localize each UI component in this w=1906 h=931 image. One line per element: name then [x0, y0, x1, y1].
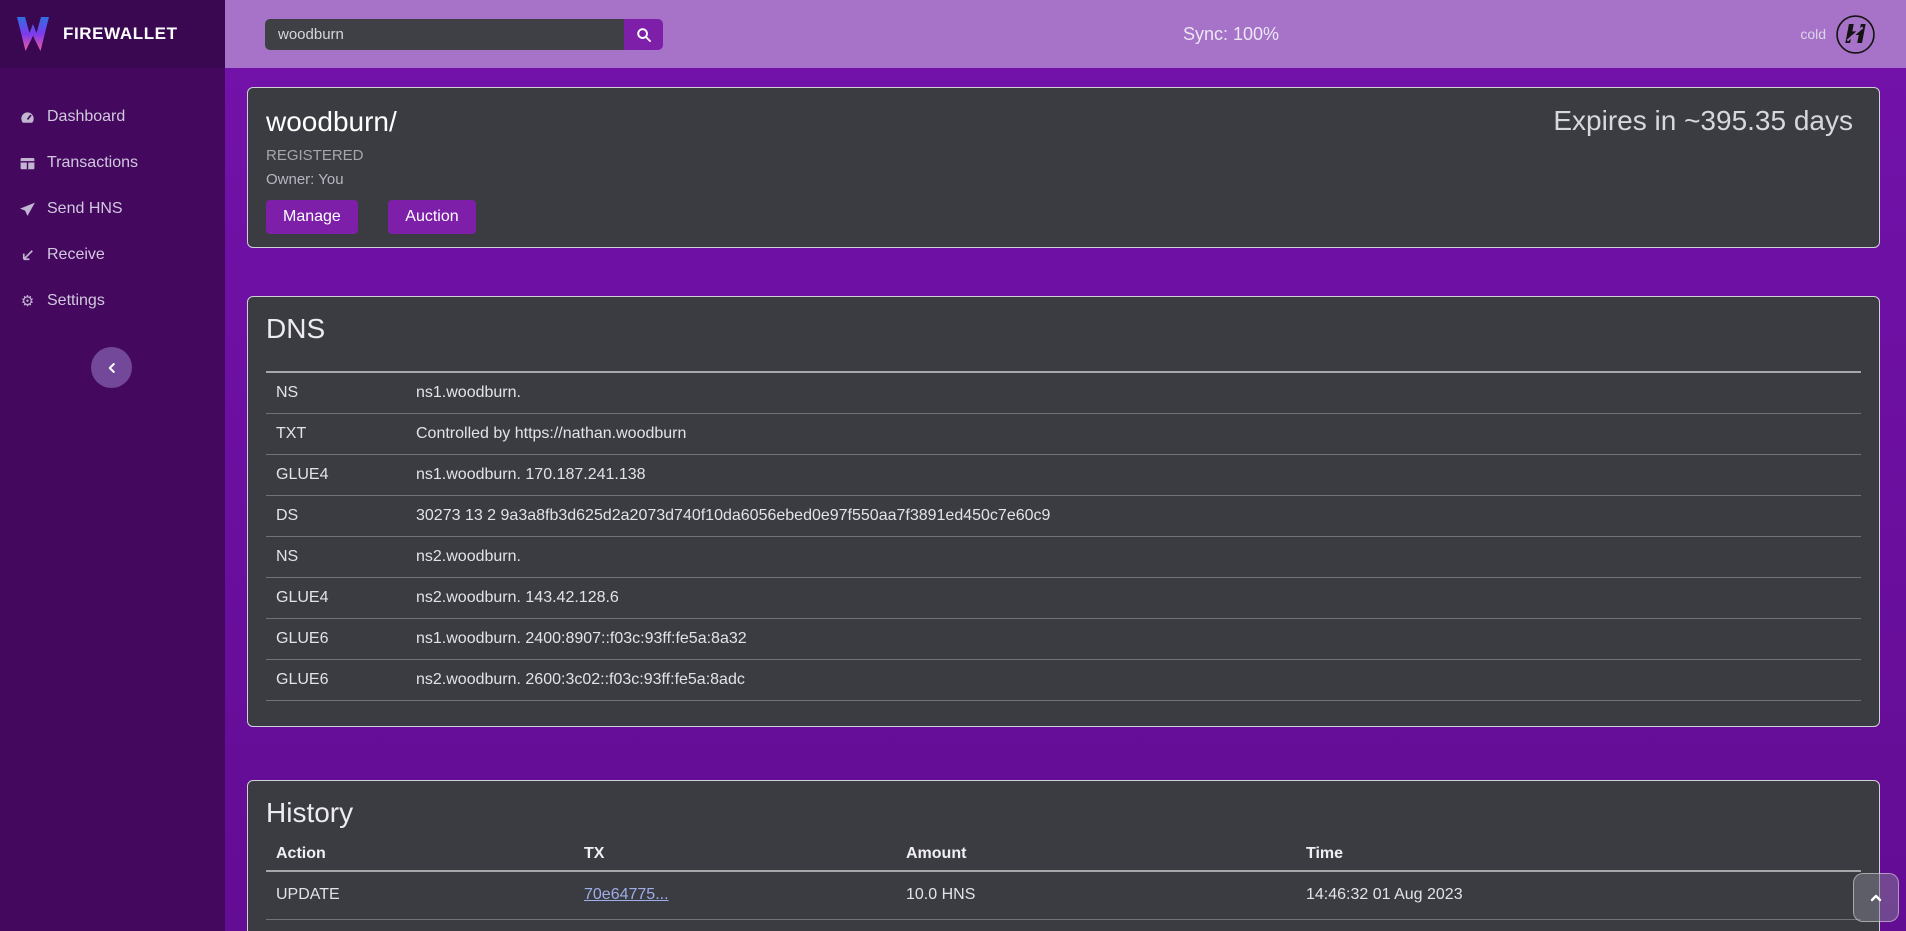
sidebar-item-label: Dashboard [47, 108, 125, 126]
history-header-row: Action TX Amount Time [266, 837, 1861, 871]
dns-record-value: ns1.woodburn. 2400:8907::f03c:93ff:fe5a:… [406, 618, 1861, 659]
gear-icon: ⚙ [19, 293, 36, 310]
domain-search-input[interactable] [265, 19, 624, 50]
domain-actions: Manage Auction [266, 200, 1855, 234]
sidebar-item-send-hns[interactable]: Send HNS [0, 186, 225, 232]
sidebar-item-label: Send HNS [47, 200, 123, 218]
dns-card: DNS NSns1.woodburn. TXTControlled by htt… [247, 296, 1880, 727]
dns-row: NSns1.woodburn. [266, 372, 1861, 413]
sync-status: Sync: 100% [1183, 0, 1279, 68]
sidebar-item-label: Receive [47, 246, 105, 264]
app-root: FIREWALLET Dashboard Transactions Send H… [0, 0, 1906, 931]
history-card: History Action TX Amount Time UPDATE 70e… [247, 780, 1880, 931]
firewallet-logo-icon [16, 15, 50, 53]
history-action: RENEW [266, 919, 574, 931]
history-time: 15:45:06 07 Jul 2023 [1296, 919, 1861, 931]
domain-owner: Owner: You [266, 171, 1855, 188]
history-row: UPDATE 70e64775... 10.0 HNS 14:46:32 01 … [266, 871, 1861, 919]
dns-record-value: ns2.woodburn. [406, 536, 1861, 577]
history-amount: 10.0 HNS [896, 871, 1296, 919]
history-time: 14:46:32 01 Aug 2023 [1296, 871, 1861, 919]
dns-row: NSns2.woodburn. [266, 536, 1861, 577]
history-header-time: Time [1296, 837, 1861, 871]
history-header-tx: TX [574, 837, 896, 871]
brand-name: FIREWALLET [63, 24, 178, 44]
chevron-up-icon [1868, 890, 1884, 906]
dns-row: GLUE4ns1.woodburn. 170.187.241.138 [266, 454, 1861, 495]
sidebar-nav: Dashboard Transactions Send HNS Receive [0, 68, 225, 324]
tx-link[interactable]: 70e64775... [584, 886, 669, 903]
dns-record-type: TXT [266, 413, 406, 454]
wallet-name: cold [1800, 26, 1826, 42]
brand-header: FIREWALLET [0, 0, 225, 68]
sidebar-item-receive[interactable]: Receive [0, 232, 225, 278]
topbar: Sync: 100% cold H [225, 0, 1906, 68]
arrow-down-left-icon [19, 247, 36, 264]
history-header-amount: Amount [896, 837, 1296, 871]
dns-record-value: ns2.woodburn. 143.42.128.6 [406, 577, 1861, 618]
svg-text:H: H [1845, 20, 1866, 50]
dns-table: NSns1.woodburn. TXTControlled by https:/… [266, 371, 1861, 701]
history-amount: 10.0 HNS [896, 919, 1296, 931]
history-row: RENEW 473c5c6... 10.0 HNS 15:45:06 07 Ju… [266, 919, 1861, 931]
dns-record-type: NS [266, 536, 406, 577]
sidebar: FIREWALLET Dashboard Transactions Send H… [0, 0, 225, 931]
scroll-top-button[interactable] [1853, 873, 1899, 922]
dns-record-value: Controlled by https://nathan.woodburn [406, 413, 1861, 454]
dns-row: TXTControlled by https://nathan.woodburn [266, 413, 1861, 454]
dns-row: GLUE4ns2.woodburn. 143.42.128.6 [266, 577, 1861, 618]
dns-record-value: ns2.woodburn. 2600:3c02::f03c:93ff:fe5a:… [406, 659, 1861, 700]
search-button[interactable] [624, 19, 663, 50]
dashboard-icon [19, 109, 36, 126]
dns-record-type: DS [266, 495, 406, 536]
hns-logo-icon: H [1835, 14, 1876, 55]
chevron-left-icon [105, 361, 119, 375]
auction-button[interactable]: Auction [388, 200, 475, 234]
dns-record-value: ns1.woodburn. [406, 372, 1861, 413]
paper-plane-icon [19, 201, 36, 218]
sidebar-item-label: Settings [47, 292, 105, 310]
sidebar-collapse-button[interactable] [91, 347, 132, 388]
domain-status: REGISTERED [266, 147, 1855, 164]
history-table: Action TX Amount Time UPDATE 70e64775...… [266, 837, 1861, 931]
dns-record-type: GLUE4 [266, 577, 406, 618]
sidebar-item-transactions[interactable]: Transactions [0, 140, 225, 186]
sidebar-item-settings[interactable]: ⚙ Settings [0, 278, 225, 324]
history-title: History [266, 797, 1861, 829]
manage-button[interactable]: Manage [266, 200, 358, 234]
search-icon [636, 27, 652, 43]
dns-record-type: GLUE4 [266, 454, 406, 495]
dns-record-type: GLUE6 [266, 618, 406, 659]
dns-record-value: ns1.woodburn. 170.187.241.138 [406, 454, 1861, 495]
wallet-account-menu[interactable]: cold H [1800, 0, 1876, 68]
dns-record-type: NS [266, 372, 406, 413]
domain-expiry: Expires in ~395.35 days [1553, 105, 1853, 137]
dns-record-type: GLUE6 [266, 659, 406, 700]
dns-title: DNS [266, 313, 1861, 345]
search-bar [265, 19, 663, 50]
dns-row: GLUE6ns2.woodburn. 2600:3c02::f03c:93ff:… [266, 659, 1861, 700]
dns-record-value: 30273 13 2 9a3a8fb3d625d2a2073d740f10da6… [406, 495, 1861, 536]
history-action: UPDATE [266, 871, 574, 919]
dns-row: GLUE6ns1.woodburn. 2400:8907::f03c:93ff:… [266, 618, 1861, 659]
sidebar-item-label: Transactions [47, 154, 138, 172]
dns-row: DS30273 13 2 9a3a8fb3d625d2a2073d740f10d… [266, 495, 1861, 536]
sidebar-item-dashboard[interactable]: Dashboard [0, 94, 225, 140]
history-header-action: Action [266, 837, 574, 871]
table-icon [19, 155, 36, 172]
domain-card: woodburn/ REGISTERED Owner: You Manage A… [247, 87, 1880, 248]
